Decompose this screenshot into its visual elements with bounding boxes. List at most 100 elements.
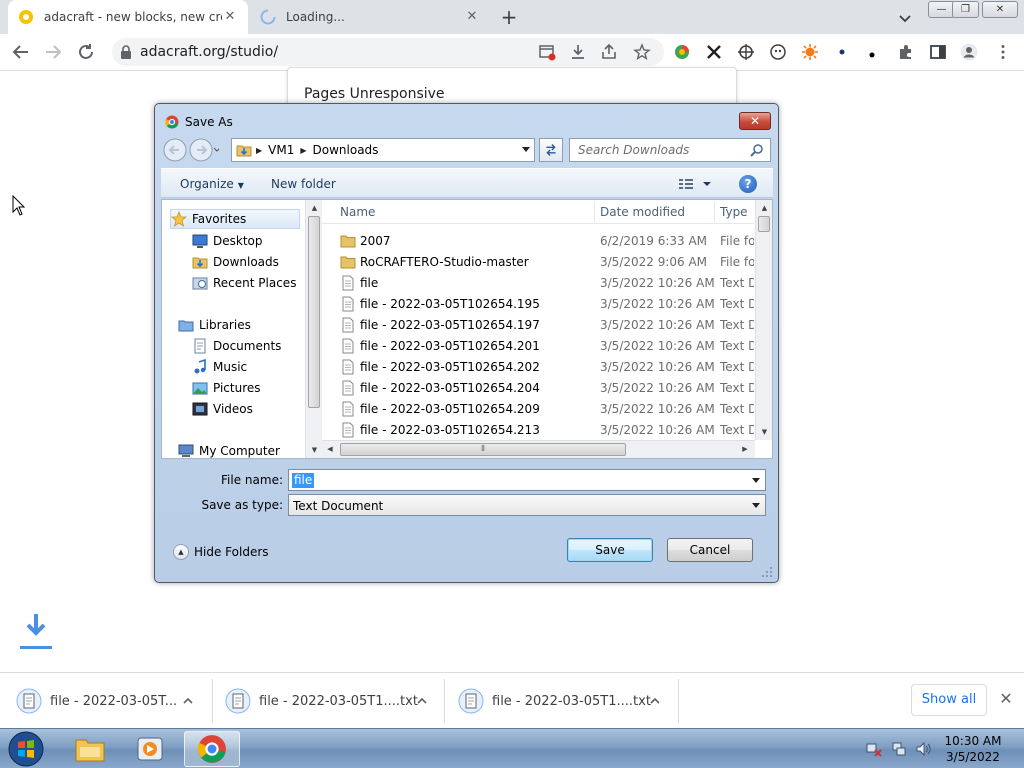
share-icon[interactable] — [600, 43, 618, 61]
start-orb-icon[interactable] — [6, 730, 46, 768]
extension-color-icon[interactable] — [673, 43, 691, 61]
restore-button[interactable]: ❐ — [952, 1, 979, 18]
file-name-dropdown-icon[interactable] — [752, 478, 760, 483]
column-date-modified[interactable]: Date modified — [600, 205, 685, 219]
path-dropdown-icon[interactable] — [522, 147, 530, 152]
scroll-down-icon[interactable]: ▼ — [306, 442, 322, 458]
menu-kebab-icon[interactable] — [994, 43, 1012, 61]
breadcrumb-downloads[interactable]: Downloads — [313, 143, 379, 157]
dot-extension-icon[interactable] — [833, 43, 851, 61]
forward-arrow-icon[interactable] — [42, 41, 64, 63]
tree-item-pictures[interactable]: Pictures — [192, 378, 261, 398]
file-row[interactable]: file - 2022-03-05T102654.202 3/5/2022 10:… — [322, 356, 754, 377]
tab-close-icon[interactable]: ✕ — [464, 9, 480, 25]
network-error-icon[interactable] — [866, 741, 882, 757]
face-extension-icon[interactable] — [769, 43, 787, 61]
network-icon[interactable] — [891, 741, 907, 757]
crosshair-extension-icon[interactable] — [737, 43, 755, 61]
minimize-button[interactable]: — — [928, 1, 955, 18]
back-forward-buttons[interactable] — [163, 138, 219, 162]
tree-scroll-thumb[interactable] — [308, 216, 320, 408]
refresh-icon[interactable] — [539, 138, 563, 162]
tree-item-downloads[interactable]: Downloads — [192, 252, 279, 272]
column-name[interactable]: Name — [340, 205, 375, 219]
window-close-button[interactable]: ✕ — [982, 1, 1018, 18]
column-divider[interactable] — [714, 202, 715, 222]
file-row[interactable]: 2007 6/2/2019 6:33 AM File fol — [322, 230, 754, 251]
file-row[interactable]: file - 2022-03-05T102654.213 3/5/2022 10:… — [322, 419, 754, 440]
tree-item-videos[interactable]: Videos — [192, 399, 253, 419]
save-as-type-dropdown-icon[interactable] — [752, 503, 760, 508]
back-arrow-icon[interactable] — [10, 41, 32, 63]
horizontal-scroll-thumb[interactable]: ⦀ — [340, 443, 626, 456]
tab-close-icon[interactable]: ✕ — [222, 9, 238, 25]
tree-item-my-computer[interactable]: My Computer — [178, 441, 280, 458]
tree-item-music[interactable]: Music — [192, 357, 247, 377]
taskbar-chrome[interactable] — [184, 731, 240, 767]
download-item[interactable]: file - 2022-03-05T1....txt — [225, 681, 435, 721]
file-row[interactable]: RoCRAFTERO-Studio-master 3/5/2022 9:06 AM… — [322, 251, 754, 272]
popup-blocked-icon[interactable] — [538, 43, 556, 61]
volume-icon[interactable] — [915, 741, 931, 757]
file-row[interactable]: file - 2022-03-05T102654.195 3/5/2022 10:… — [322, 293, 754, 314]
tree-item-documents[interactable]: Documents — [192, 336, 281, 356]
show-all-button[interactable]: Show all — [911, 684, 987, 716]
file-row[interactable]: file 3/5/2022 10:26 AM Text D — [322, 272, 754, 293]
change-view-icon[interactable] — [677, 176, 717, 192]
extensions-puzzle-icon[interactable] — [897, 43, 915, 61]
tree-item-favorites[interactable]: Favorites — [170, 209, 300, 229]
save-as-type-select[interactable]: Text Document — [288, 494, 766, 516]
dialog-close-button[interactable]: ✕ — [739, 112, 771, 130]
file-row[interactable]: file - 2022-03-05T102654.209 3/5/2022 10:… — [322, 398, 754, 419]
column-divider[interactable] — [594, 202, 595, 222]
help-button[interactable]: ? — [739, 175, 757, 193]
tree-item-libraries[interactable]: Libraries — [178, 315, 251, 335]
folder-path-bar[interactable]: ▶ VM1 ▶ Downloads — [231, 138, 535, 162]
taskbar-media-player[interactable] — [122, 731, 178, 767]
file-name-input[interactable]: file — [288, 469, 766, 491]
organize-menu[interactable]: Organize ▼ — [180, 177, 244, 191]
file-list-scrollbar[interactable]: ▲ ▼ — [755, 200, 772, 440]
breadcrumb-vm1[interactable]: VM1 — [268, 143, 294, 157]
tree-item-desktop[interactable]: Desktop — [192, 231, 263, 251]
file-row[interactable]: file - 2022-03-05T102654.204 3/5/2022 10:… — [322, 377, 754, 398]
new-tab-button[interactable]: + — [498, 7, 520, 29]
chevron-up-icon[interactable] — [416, 695, 428, 707]
new-folder-button[interactable]: New folder — [271, 177, 336, 191]
download-item[interactable]: file - 2022-03-05T1....txt — [458, 681, 668, 721]
scroll-down-icon[interactable]: ▼ — [756, 424, 772, 440]
hide-folders-button[interactable]: ▲ Hide Folders — [173, 544, 269, 560]
scroll-up-icon[interactable]: ▲ — [306, 200, 322, 216]
tree-item-recent-places[interactable]: Recent Places — [192, 273, 296, 293]
system-clock[interactable]: 10:30 AM 3/5/2022 — [940, 733, 1006, 765]
tab-adacraft[interactable]: adacraft - new blocks, new creati ✕ — [8, 0, 248, 34]
scroll-up-icon[interactable]: ▲ — [756, 200, 772, 216]
side-panel-icon[interactable] — [929, 43, 947, 61]
file-row[interactable]: file - 2022-03-05T102654.197 3/5/2022 10:… — [322, 314, 754, 335]
taskbar-explorer[interactable] — [62, 731, 118, 767]
profile-avatar-icon[interactable] — [960, 43, 978, 61]
scroll-right-icon[interactable]: ▶ — [737, 441, 753, 457]
column-type[interactable]: Type — [720, 205, 748, 219]
chevron-down-icon[interactable] — [896, 9, 914, 27]
cancel-button[interactable]: Cancel — [667, 538, 753, 562]
bookmark-star-icon[interactable] — [633, 43, 651, 61]
chevron-up-icon[interactable] — [649, 695, 661, 707]
download-icon[interactable] — [569, 43, 587, 61]
chevron-up-icon[interactable] — [182, 695, 194, 707]
horizontal-scrollbar[interactable]: ◀ ⦀ ▶ — [322, 440, 755, 458]
reload-icon[interactable] — [75, 41, 97, 63]
search-downloads-input[interactable]: Search Downloads — [569, 138, 771, 162]
tree-scrollbar[interactable]: ▲ ▼ — [305, 200, 322, 458]
scroll-left-icon[interactable]: ◀ — [322, 441, 338, 457]
file-row[interactable]: file - 2022-03-05T102654.201 3/5/2022 10:… — [322, 335, 754, 356]
dot-small-extension-icon[interactable] — [863, 43, 881, 61]
resize-grip-icon[interactable] — [761, 566, 773, 578]
file-list-scroll-thumb[interactable] — [758, 216, 770, 232]
close-shelf-icon[interactable]: ✕ — [997, 690, 1015, 708]
tools-extension-icon[interactable] — [705, 43, 723, 61]
save-button[interactable]: Save — [567, 538, 653, 562]
search-icon[interactable] — [750, 143, 764, 157]
tab-loading[interactable]: Loading... ✕ — [250, 0, 490, 34]
download-item[interactable]: file - 2022-03-05T... — [16, 681, 206, 721]
